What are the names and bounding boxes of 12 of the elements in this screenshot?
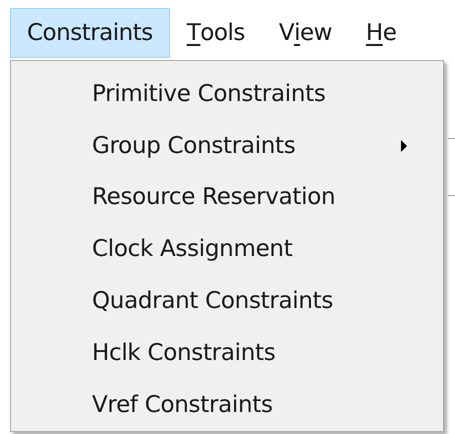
menu-item[interactable]: Primitive Constraints: [11, 68, 443, 120]
menu-bar-item[interactable]: Tools: [170, 8, 262, 58]
submenu-arrow-icon: [401, 140, 407, 152]
menu-item[interactable]: Quadrant Constraints: [11, 275, 443, 328]
menu-item[interactable]: Group Constraints: [11, 120, 443, 172]
menu-item[interactable]: Vref Constraints: [11, 379, 443, 432]
menu-bar-item[interactable]: View: [262, 8, 349, 58]
menu-item[interactable]: Resource Reservation: [11, 172, 443, 224]
menu-item[interactable]: Clock Assignment: [11, 224, 443, 276]
menu-item[interactable]: Hclk Constraints: [11, 327, 443, 380]
menu-bar-item[interactable]: He: [348, 8, 414, 58]
menu-bar-item[interactable]: Constraints: [10, 8, 170, 58]
